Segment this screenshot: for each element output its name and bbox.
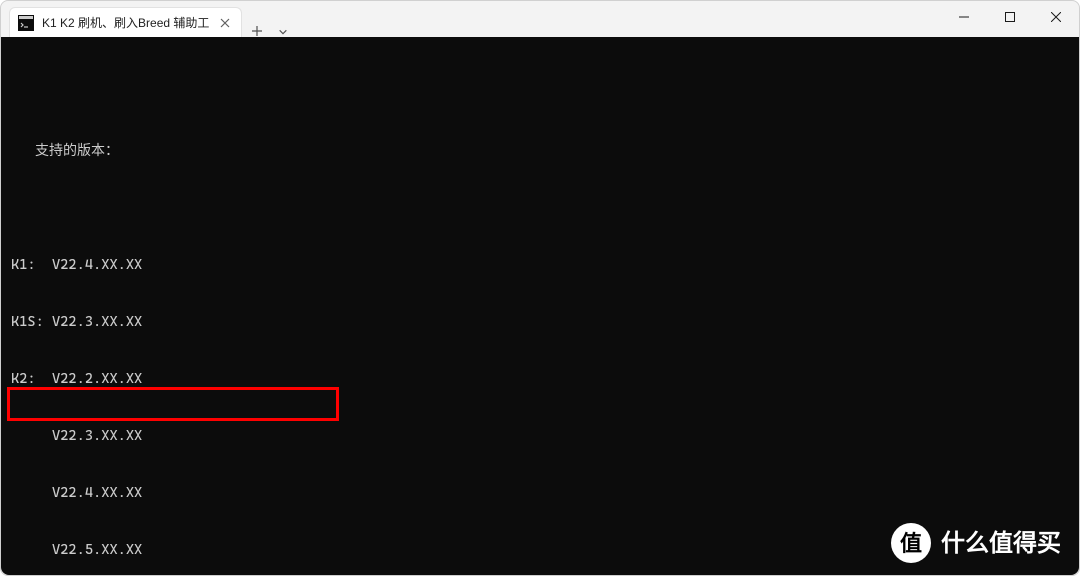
- close-button[interactable]: [1033, 1, 1079, 33]
- blank-line: [11, 199, 1079, 218]
- window-controls: [941, 1, 1079, 37]
- model-k1: K1: V22.4.XX.XX: [11, 256, 1079, 275]
- minimize-button[interactable]: [941, 1, 987, 33]
- model-k2-extra: V22.3.XX.XX: [11, 427, 1079, 446]
- supported-heading: 支持的版本：: [11, 142, 1079, 161]
- model-k1s: K1S: V22.3.XX.XX: [11, 313, 1079, 332]
- titlebar[interactable]: K1 K2 刷机、刷入Breed 辅助工: [1, 1, 1079, 37]
- tab-active[interactable]: K1 K2 刷机、刷入Breed 辅助工: [9, 7, 242, 37]
- model-k2-extra: V22.4.XX.XX: [11, 484, 1079, 503]
- terminal-icon: [18, 15, 34, 31]
- terminal-pane[interactable]: 支持的版本： K1: V22.4.XX.XX K1S: V22.3.XX.XX …: [1, 37, 1079, 575]
- tab-dropdown-button[interactable]: [272, 27, 294, 37]
- app-window: K1 K2 刷机、刷入Breed 辅助工: [0, 0, 1080, 576]
- tabs-zone: K1 K2 刷机、刷入Breed 辅助工: [1, 1, 294, 37]
- tab-close-button[interactable]: [217, 15, 233, 31]
- maximize-button[interactable]: [987, 1, 1033, 33]
- watermark: 值 什么值得买: [891, 523, 1061, 563]
- watermark-text: 什么值得买: [941, 534, 1061, 553]
- new-tab-button[interactable]: [242, 25, 272, 37]
- tab-title: K1 K2 刷机、刷入Breed 辅助工: [42, 14, 209, 31]
- titlebar-drag-area[interactable]: [294, 1, 941, 37]
- watermark-badge-icon: 值: [891, 523, 931, 563]
- blank-line: [11, 85, 1079, 104]
- annotation-highlight-box: [7, 387, 339, 421]
- model-k2: K2: V22.2.XX.XX: [11, 370, 1079, 389]
